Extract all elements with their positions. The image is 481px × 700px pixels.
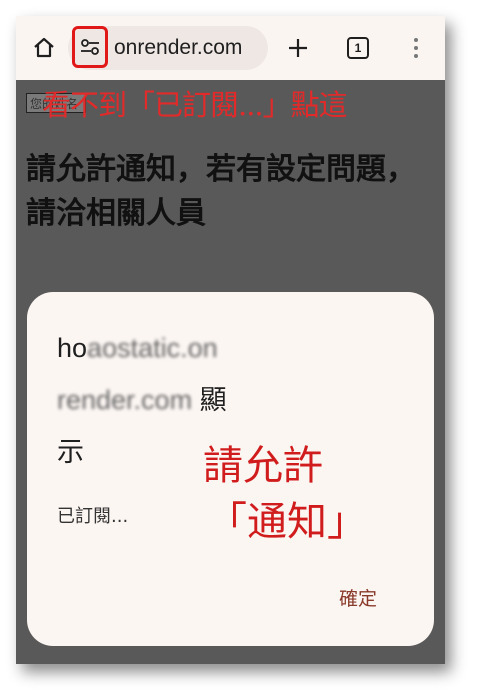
plus-icon bbox=[289, 39, 307, 57]
page-heading: 請允許通知，若有設定問題，請洽相關人員 bbox=[26, 152, 416, 231]
dialog-subtitle: 已訂閱... bbox=[57, 506, 129, 527]
phone-screen: onrender.com 1 您的姓名 看不到「已訂閱...」點這 請允許通知，… bbox=[16, 16, 445, 664]
new-tab-button[interactable] bbox=[282, 32, 314, 64]
annotation-top-tip: 看不到「已訂閱...」點這 bbox=[42, 88, 348, 122]
browser-toolbar: onrender.com 1 bbox=[16, 16, 445, 80]
notification-permission-dialog: hoaostatic.on render.com 顯 示 請允許 「通知」 已訂… bbox=[27, 292, 434, 646]
note-line2: 「通知」 bbox=[207, 499, 367, 545]
tab-count: 1 bbox=[354, 41, 362, 55]
tune-icon bbox=[81, 39, 99, 55]
site-prefix: ho bbox=[57, 333, 88, 363]
annotation-allow-notification: 請允許 「通知」 bbox=[203, 438, 367, 550]
home-icon bbox=[34, 37, 54, 58]
title-end: 示 bbox=[57, 437, 84, 467]
tab-switcher-icon: 1 bbox=[347, 37, 369, 59]
home-button[interactable] bbox=[28, 32, 60, 64]
note-line1: 請允許 bbox=[203, 443, 323, 489]
ok-button[interactable]: 確定 bbox=[339, 584, 377, 611]
url-text[interactable]: onrender.com bbox=[114, 36, 242, 60]
address-bar[interactable]: onrender.com bbox=[68, 26, 268, 70]
site-suffix: 顯 bbox=[192, 385, 227, 415]
tab-switcher-button[interactable]: 1 bbox=[344, 34, 372, 62]
site-settings-button[interactable] bbox=[72, 26, 108, 68]
site-blurred-part2: render.com bbox=[57, 385, 193, 415]
site-blurred-part1: aostatic.on bbox=[87, 333, 218, 363]
more-vert-icon[interactable] bbox=[406, 32, 426, 64]
